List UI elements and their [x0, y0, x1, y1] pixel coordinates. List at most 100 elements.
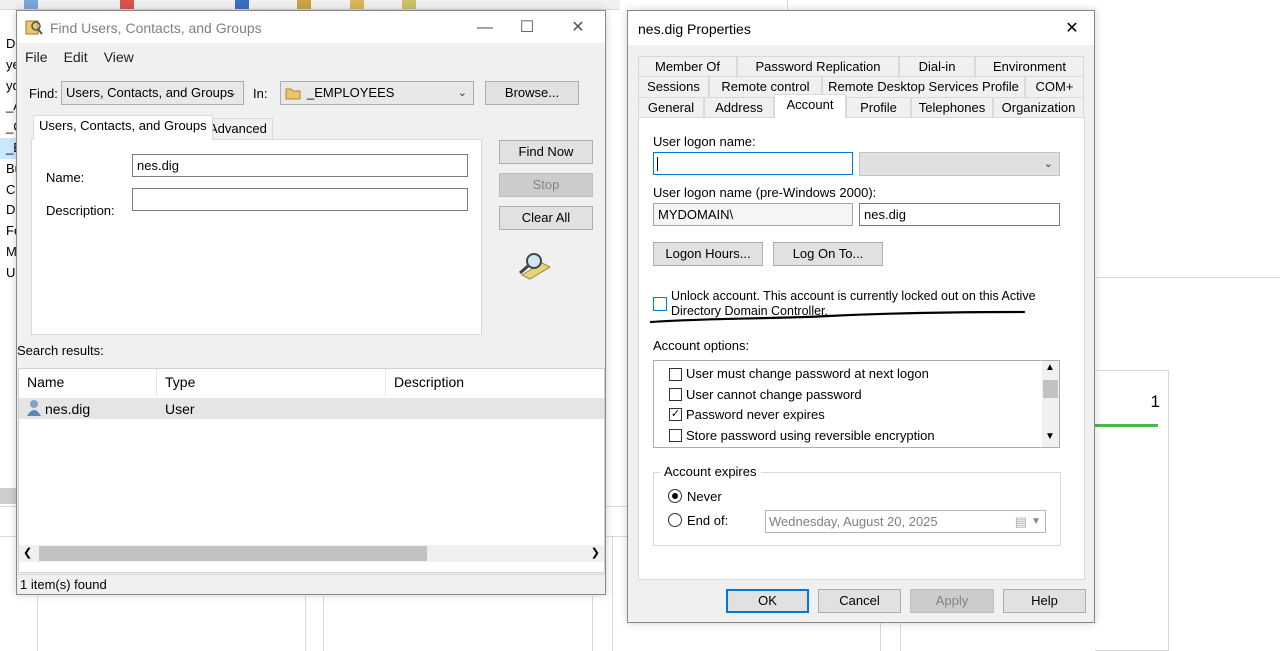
option-checkbox[interactable] — [669, 429, 682, 442]
find-label: Find: — [29, 86, 58, 101]
scroll-right-icon[interactable]: ❯ — [591, 546, 600, 559]
divider — [787, 0, 788, 10]
table-row[interactable]: nes.dig User — [19, 398, 604, 419]
expiry-date-picker[interactable]: Wednesday, August 20, 2025 ▤ ▼ — [765, 510, 1046, 533]
find-now-button[interactable]: Find Now — [499, 140, 593, 164]
background-card — [1095, 370, 1169, 651]
column-header-description[interactable]: Description — [386, 369, 604, 396]
chevron-down-icon: ⌄ — [1043, 158, 1053, 170]
search-results-label: Search results: — [17, 343, 104, 358]
column-header-type[interactable]: Type — [157, 369, 386, 396]
tab-general[interactable]: General — [638, 97, 704, 118]
close-icon[interactable]: ✕ — [1054, 16, 1090, 42]
apply-button[interactable]: Apply — [910, 589, 994, 613]
divider — [1095, 277, 1280, 278]
menu-view[interactable]: View — [104, 44, 134, 70]
option-label: User must change password at next logon — [686, 366, 929, 381]
toolbar-icon — [24, 0, 38, 9]
tab-member-of[interactable]: Member Of — [638, 56, 737, 77]
divider — [323, 596, 324, 651]
delete-icon — [120, 0, 134, 9]
tab-dial-in[interactable]: Dial-in — [899, 56, 975, 77]
option-checkbox[interactable] — [669, 368, 682, 381]
find-titlebar[interactable]: Find Users, Contacts, and Groups — ☐ ✕ — [17, 11, 605, 43]
tab-address[interactable]: Address — [704, 97, 774, 118]
divider — [592, 596, 593, 651]
clear-all-button[interactable]: Clear All — [499, 206, 593, 230]
logon-hours-button[interactable]: Logon Hours... — [653, 242, 763, 266]
account-options-label: Account options: — [653, 338, 750, 353]
never-radio[interactable] — [668, 489, 682, 503]
chevron-down-icon: ⌄ — [457, 87, 467, 99]
in-location-combo[interactable]: _EMPLOYEES ⌄ — [280, 81, 474, 105]
tab-sessions[interactable]: Sessions — [638, 76, 709, 97]
option-label: User cannot change password — [686, 387, 862, 402]
search-magnifier-icon — [519, 253, 552, 280]
tab-telephones[interactable]: Telephones — [911, 97, 993, 118]
tab-password-replication[interactable]: Password Replication — [737, 56, 899, 77]
scroll-down-icon[interactable]: ▼ — [1045, 431, 1055, 442]
column-header-name[interactable]: Name — [19, 369, 157, 396]
upn-suffix-combo[interactable]: ⌄ — [859, 152, 1060, 176]
stop-button[interactable]: Stop — [499, 173, 593, 197]
tab-users-contacts-groups[interactable]: Users, Contacts, and Groups — [33, 115, 213, 140]
unlock-text-line1: Unlock account. This account is currentl… — [671, 289, 1036, 303]
tab-organization[interactable]: Organization — [993, 97, 1084, 118]
description-input[interactable] — [132, 188, 468, 211]
divider — [880, 622, 881, 651]
folder-icon — [402, 0, 416, 9]
end-of-radio[interactable] — [668, 513, 682, 527]
logon-name-label: User logon name: — [653, 134, 756, 149]
help-button[interactable]: Help — [1003, 589, 1086, 613]
result-type: User — [165, 401, 195, 417]
vertical-scrollbar[interactable]: ▲ ▼ — [1042, 361, 1059, 447]
scroll-thumb[interactable] — [1043, 380, 1058, 398]
find-users-icon — [25, 20, 43, 35]
pre2000-name-input[interactable]: nes.dig — [859, 203, 1060, 226]
tab-advanced[interactable]: Advanced — [203, 118, 273, 140]
find-menubar: File Edit View — [17, 44, 605, 70]
option-checkbox-checked[interactable]: ✓ — [669, 408, 682, 421]
props-titlebar[interactable]: nes.dig Properties ✕ — [628, 11, 1094, 45]
maximize-icon[interactable]: ☐ — [504, 15, 550, 41]
end-of-label: End of: — [687, 513, 729, 528]
ok-button[interactable]: OK — [726, 589, 809, 613]
find-type-combo[interactable]: Users, Contacts, and Groups ⌄ — [61, 81, 244, 105]
find-dialog: Find Users, Contacts, and Groups — ☐ ✕ F… — [16, 10, 606, 595]
browse-button[interactable]: Browse... — [485, 81, 579, 105]
tab-profile[interactable]: Profile — [846, 97, 911, 118]
log-on-to-button[interactable]: Log On To... — [773, 242, 883, 266]
find-type-value: Users, Contacts, and Groups — [66, 85, 234, 100]
name-input[interactable]: nes.dig — [132, 154, 468, 177]
card-value: 1 — [1150, 392, 1160, 411]
props-title: nes.dig Properties — [638, 21, 751, 37]
tab-remote-desktop-services-profile[interactable]: Remote Desktop Services Profile — [822, 76, 1025, 97]
account-expires-group: Account expires Never End of: Wednesday,… — [653, 464, 1061, 546]
calendar-icon: ▤ — [1014, 514, 1027, 529]
scroll-thumb[interactable] — [39, 546, 427, 561]
chevron-down-icon: ▼ — [1031, 516, 1041, 527]
minimize-icon[interactable]: — — [462, 15, 508, 41]
logon-name-input[interactable] — [653, 152, 853, 175]
horizontal-scrollbar[interactable]: ❮ ❯ — [19, 545, 604, 562]
menu-file[interactable]: File — [25, 44, 48, 70]
cancel-button[interactable]: Cancel — [818, 589, 901, 613]
result-name: nes.dig — [45, 401, 91, 417]
tab-account[interactable]: Account — [774, 94, 846, 118]
divider — [37, 596, 38, 651]
close-icon[interactable]: ✕ — [555, 15, 601, 41]
menu-edit[interactable]: Edit — [64, 44, 88, 70]
option-checkbox[interactable] — [669, 388, 682, 401]
scroll-left-icon[interactable]: ❮ — [23, 546, 32, 559]
help-icon — [235, 0, 249, 9]
status-text: 1 item(s) found — [20, 577, 107, 592]
pre2000-domain-field[interactable]: MYDOMAIN\ — [653, 203, 853, 226]
scroll-up-icon[interactable]: ▲ — [1045, 362, 1055, 373]
user-icon — [297, 0, 311, 9]
tab-com-plus[interactable]: COM+ — [1025, 76, 1084, 97]
option-label: Password never expires — [686, 407, 825, 422]
user-icon — [27, 400, 41, 416]
tab-environment[interactable]: Environment — [975, 56, 1084, 77]
option-label: Store password using reversible encrypti… — [686, 428, 935, 443]
properties-dialog: nes.dig Properties ✕ Member Of Password … — [627, 10, 1095, 623]
